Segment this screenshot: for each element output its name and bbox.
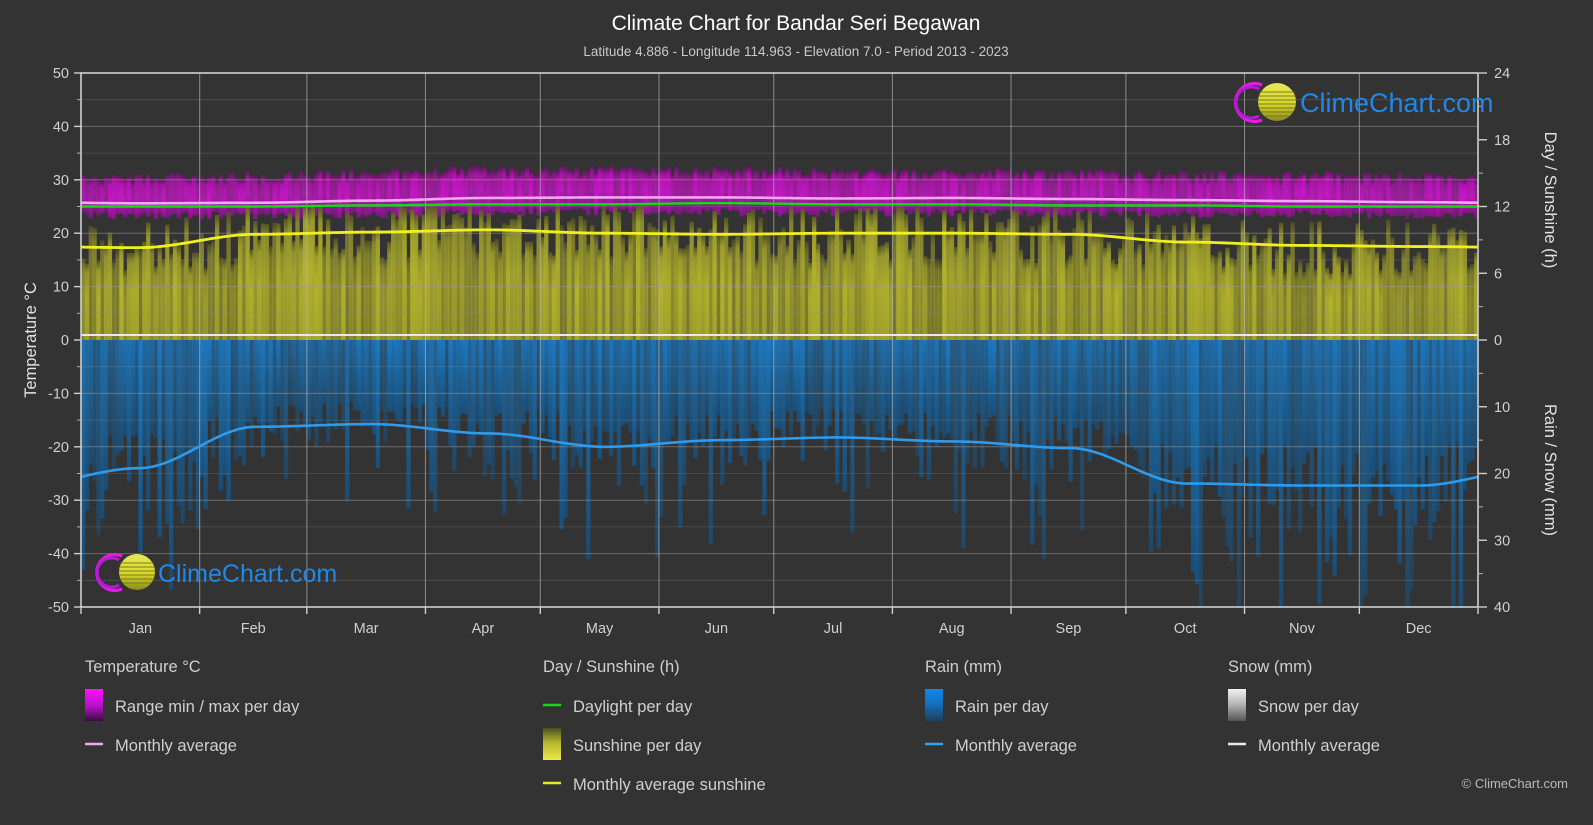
- legend-item-label: Sunshine per day: [573, 737, 702, 755]
- right-rain-tick-label: 40: [1494, 600, 1510, 616]
- right-sunshine-tick-label: 12: [1494, 200, 1510, 216]
- month-tick-label: Dec: [1406, 621, 1432, 637]
- right-sunshine-tick-label: 24: [1494, 66, 1510, 82]
- left-tick-label: -40: [48, 547, 69, 563]
- left-tick-label: 40: [53, 119, 69, 135]
- copyright-text: © ClimeChart.com: [1462, 776, 1568, 791]
- legend-heading: Snow (mm): [1228, 658, 1312, 676]
- right-axis-rain-title: Rain / Snow (mm): [1541, 404, 1559, 536]
- left-tick-label: 20: [53, 226, 69, 242]
- left-tick-label: -10: [48, 386, 69, 402]
- left-tick-label: 0: [61, 333, 69, 349]
- plot-area: [80, 72, 1479, 608]
- month-tick-label: May: [586, 621, 614, 637]
- month-tick-label: Apr: [472, 621, 495, 637]
- left-tick-label: -50: [48, 600, 69, 616]
- legend-item-label: Monthly average: [955, 737, 1077, 755]
- legend-swatch: [925, 689, 943, 721]
- month-tick-label: Oct: [1174, 621, 1197, 637]
- chart-subtitle: Latitude 4.886 - Longitude 114.963 - Ele…: [583, 44, 1008, 59]
- month-tick-label: Mar: [354, 621, 379, 637]
- watermark-top-right: ClimeChart.com: [1234, 81, 1494, 124]
- left-tick-label: 10: [53, 280, 69, 296]
- legend-item-label: Monthly average: [1258, 737, 1380, 755]
- right-rain-tick-label: 30: [1494, 533, 1510, 549]
- legend-item-label: Monthly average: [115, 737, 237, 755]
- legend-swatch: [1228, 689, 1246, 721]
- legend-item[interactable]: Monthly average sunshine: [543, 776, 766, 794]
- climate-chart-svg: Climate Chart for Bandar Seri Begawan La…: [0, 0, 1593, 825]
- month-tick-label: Feb: [241, 621, 266, 637]
- climate-chart-page: Climate Chart for Bandar Seri Begawan La…: [0, 0, 1593, 825]
- legend-heading: Rain (mm): [925, 658, 1002, 676]
- watermark-bottom-left: ClimeChart.com: [95, 552, 337, 593]
- legend-item-label: Rain per day: [955, 698, 1049, 716]
- month-tick-label: Jun: [705, 621, 728, 637]
- legend-item-label: Monthly average sunshine: [573, 776, 766, 794]
- legend-swatch: [85, 689, 103, 721]
- month-tick-label: Aug: [939, 621, 965, 637]
- month-tick-label: Jul: [824, 621, 843, 637]
- right-axis-sunshine-title: Day / Sunshine (h): [1541, 132, 1559, 269]
- watermark-brand-text: ClimeChart.com: [1300, 88, 1494, 118]
- legend-heading: Temperature °C: [85, 658, 201, 676]
- left-tick-label: 50: [53, 66, 69, 82]
- left-tick-label: 30: [53, 173, 69, 189]
- left-axis-title: Temperature °C: [22, 282, 40, 398]
- right-rain-tick-label: 10: [1494, 400, 1510, 416]
- legend-item-label: Snow per day: [1258, 698, 1360, 716]
- month-tick-label: Sep: [1056, 621, 1082, 637]
- right-rain-tick-label: 20: [1494, 467, 1510, 483]
- legend-heading: Day / Sunshine (h): [543, 658, 680, 676]
- legend-item-label: Range min / max per day: [115, 698, 300, 716]
- month-tick-label: Nov: [1289, 621, 1316, 637]
- month-tick-label: Jan: [129, 621, 152, 637]
- watermark-brand-text-secondary: ClimeChart.com: [158, 560, 337, 588]
- legend-swatch: [543, 728, 561, 760]
- chart-title: Climate Chart for Bandar Seri Begawan: [612, 12, 981, 35]
- right-sunshine-tick-label: 18: [1494, 133, 1510, 149]
- right-sunshine-tick-label: 0: [1494, 333, 1502, 349]
- right-sunshine-tick-label: 6: [1494, 266, 1502, 282]
- legend-item-label: Daylight per day: [573, 698, 693, 716]
- left-tick-label: -30: [48, 493, 69, 509]
- left-tick-label: -20: [48, 440, 69, 456]
